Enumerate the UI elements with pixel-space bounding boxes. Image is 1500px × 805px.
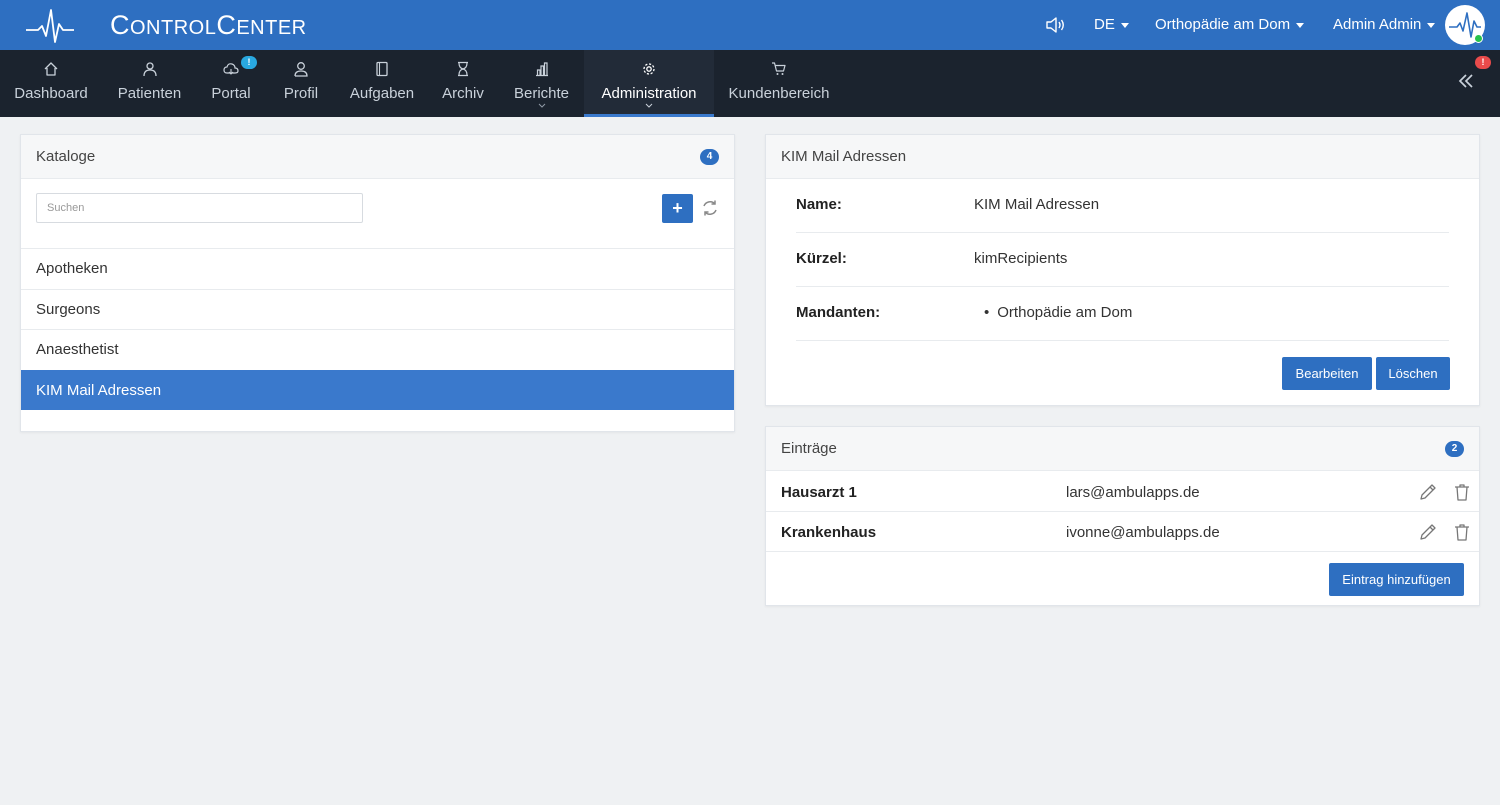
nav-berichte[interactable]: Berichte	[499, 50, 584, 117]
online-status-dot	[1474, 34, 1483, 43]
user-icon	[294, 62, 308, 77]
pencil-icon[interactable]	[1418, 522, 1438, 542]
nav-label: Dashboard	[14, 85, 88, 102]
catalogs-panel-header: Kataloge 4	[21, 135, 734, 179]
nav-label: Portal	[211, 85, 251, 102]
home-icon	[44, 62, 58, 76]
hourglass-icon	[458, 61, 468, 77]
nav-label: Patienten	[117, 85, 182, 102]
nav-kundenbereich[interactable]: Kundenbereich	[714, 50, 844, 117]
catalog-details-panel: KIM Mail Adressen Name: KIM Mail Adresse…	[765, 134, 1480, 406]
list-item[interactable]: Surgeons	[21, 288, 734, 330]
panel-title: Einträge	[781, 440, 837, 457]
nav-label: Berichte	[513, 85, 570, 102]
add-catalog-button[interactable]: +	[662, 194, 693, 223]
app-title: CONTROLCENTER	[110, 10, 307, 40]
table-row: Hausarzt 1 lars@ambulapps.de	[766, 472, 1479, 512]
nav-label: Aufgaben	[349, 85, 415, 102]
nav-label: Administration	[601, 85, 697, 102]
trash-icon[interactable]	[1452, 522, 1472, 542]
chevron-down-icon	[645, 103, 653, 108]
language-dropdown[interactable]: DE	[1094, 16, 1129, 33]
double-chevron-left-icon[interactable]	[1457, 72, 1475, 90]
catalogs-panel: Kataloge 4 + Apotheken Surgeons Anaesthe…	[20, 134, 735, 432]
detail-row-clients: Mandanten: Orthopädie am Dom	[796, 287, 1449, 341]
entries-panel: Einträge 2 Hausarzt 1 lars@ambulapps.de …	[765, 426, 1480, 606]
list-item[interactable]: Apotheken	[21, 248, 734, 289]
notification-badge: !	[241, 56, 257, 69]
cloud-icon	[223, 63, 239, 75]
practice-dropdown[interactable]: Orthopädie am Dom	[1155, 16, 1305, 33]
detail-value: KIM Mail Adressen	[974, 196, 1100, 213]
user-name: Admin Admin	[1333, 16, 1422, 33]
detail-value: kimRecipients	[974, 250, 1068, 267]
nav-label: Kundenbereich	[728, 85, 830, 102]
patient-icon	[142, 62, 157, 77]
chevron-down-icon	[1427, 22, 1436, 28]
panel-title: KIM Mail Adressen	[781, 148, 907, 165]
panel-title: Kataloge	[36, 148, 96, 165]
nav-aufgaben[interactable]: Aufgaben	[337, 50, 427, 117]
detail-row-name: Name: KIM Mail Adressen	[796, 179, 1449, 233]
detail-label: Kürzel:	[796, 250, 847, 267]
heartbeat-logo-icon	[26, 9, 74, 43]
top-header: CONTROLCENTER DE Orthopädie am Dom Admin…	[0, 0, 1500, 50]
nav-administration[interactable]: Administration	[584, 50, 714, 117]
list-item[interactable]: Anaesthetist	[21, 329, 734, 370]
nav-label: Archiv	[442, 85, 484, 102]
refresh-icon[interactable]	[700, 198, 720, 218]
main-navigation: Dashboard Patienten ! Portal Profil Aufg…	[0, 50, 1500, 117]
cart-icon	[772, 62, 786, 75]
notification-badge: !	[1475, 56, 1491, 69]
detail-row-short: Kürzel: kimRecipients	[796, 233, 1449, 287]
pencil-icon[interactable]	[1418, 482, 1438, 502]
detail-label: Name:	[796, 196, 842, 213]
nav-profil[interactable]: Profil	[265, 50, 337, 117]
entries-panel-header: Einträge 2	[766, 427, 1479, 471]
search-input[interactable]	[36, 193, 363, 223]
details-panel-header: KIM Mail Adressen	[766, 135, 1479, 179]
client-list: Orthopädie am Dom	[984, 304, 1132, 321]
chevron-down-icon	[1296, 22, 1305, 28]
nav-portal[interactable]: ! Portal	[197, 50, 265, 117]
edit-button[interactable]: Bearbeiten	[1282, 357, 1372, 390]
nav-patienten[interactable]: Patienten	[102, 50, 197, 117]
entry-email: lars@ambulapps.de	[1066, 484, 1200, 501]
entry-name: Hausarzt 1	[781, 484, 857, 501]
catalog-list: Apotheken Surgeons Anaesthetist KIM Mail…	[21, 248, 734, 410]
count-badge: 2	[1445, 441, 1464, 457]
chevron-down-icon	[538, 103, 545, 108]
user-dropdown[interactable]: Admin Admin	[1333, 16, 1436, 33]
language-label: DE	[1094, 16, 1115, 33]
bar-chart-icon	[535, 62, 548, 77]
add-entry-button[interactable]: Eintrag hinzufügen	[1329, 563, 1464, 596]
count-badge: 4	[700, 149, 719, 165]
table-row: Krankenhaus ivonne@ambulapps.de	[766, 512, 1479, 552]
nav-archiv[interactable]: Archiv	[427, 50, 499, 117]
nav-label: Profil	[283, 85, 319, 102]
book-icon	[376, 61, 388, 77]
chevron-down-icon	[1120, 22, 1129, 28]
list-item: Orthopädie am Dom	[984, 304, 1132, 321]
delete-button[interactable]: Löschen	[1376, 357, 1450, 390]
entry-email: ivonne@ambulapps.de	[1066, 524, 1220, 541]
trash-icon[interactable]	[1452, 482, 1472, 502]
entry-name: Krankenhaus	[781, 524, 877, 541]
speaker-icon[interactable]	[1044, 14, 1066, 36]
gear-icon	[643, 63, 655, 75]
nav-dashboard[interactable]: Dashboard	[0, 50, 102, 117]
detail-label: Mandanten:	[796, 304, 881, 321]
practice-label: Orthopädie am Dom	[1155, 16, 1291, 33]
list-item-selected[interactable]: KIM Mail Adressen	[21, 369, 734, 410]
